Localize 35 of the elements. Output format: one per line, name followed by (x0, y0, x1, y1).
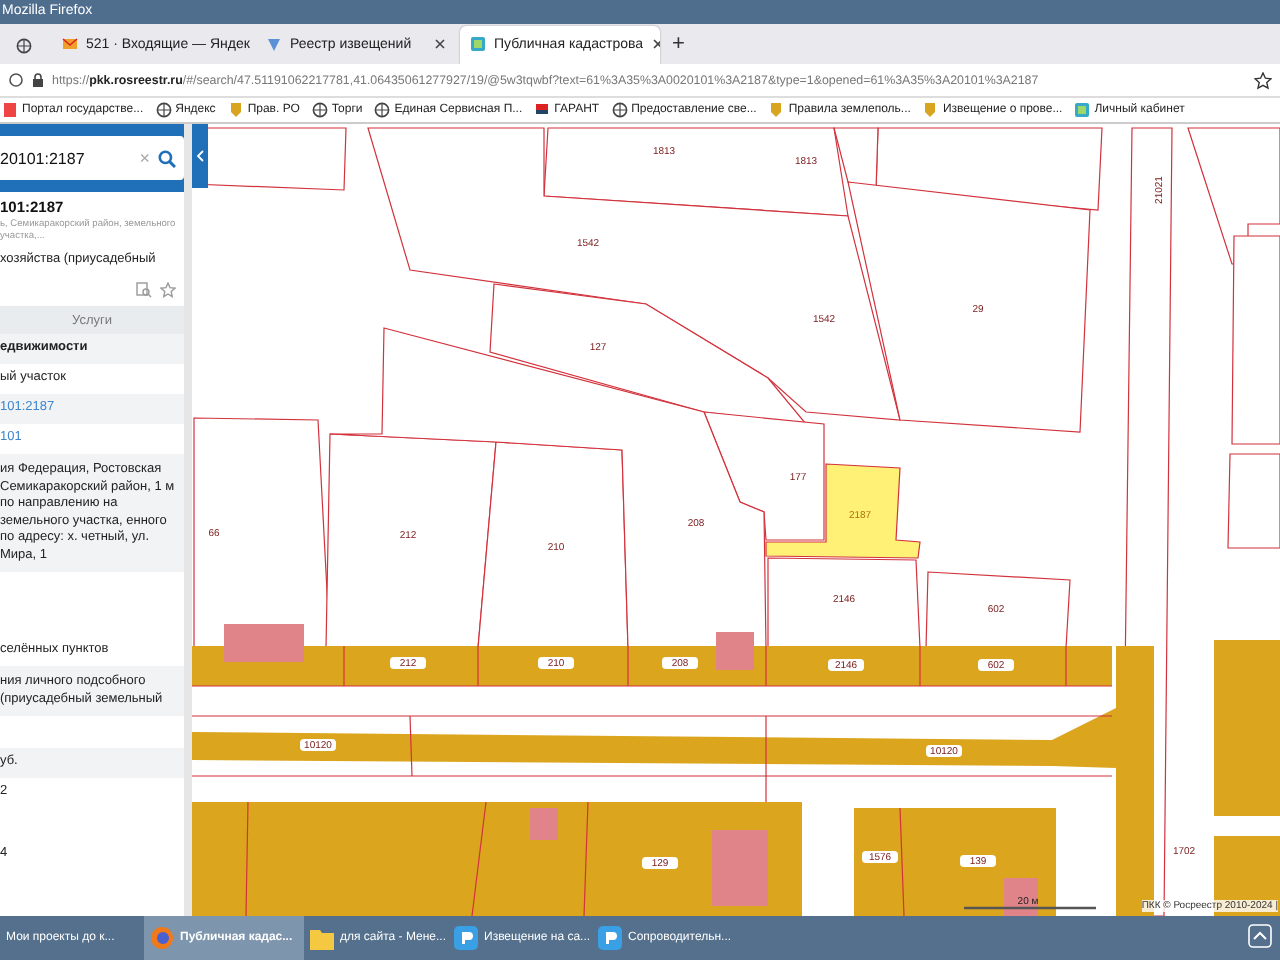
envelope-icon (62, 36, 78, 53)
parcel-boundary (899, 807, 905, 916)
building (712, 830, 768, 906)
star-icon[interactable] (1254, 71, 1272, 90)
browser-icon (150, 926, 174, 950)
new-tab-button[interactable]: + (672, 31, 685, 56)
map-icon (1074, 102, 1091, 119)
globe-icon (155, 102, 172, 119)
tray-expand-button[interactable] (1248, 923, 1272, 953)
lock-icon (30, 72, 46, 89)
building (224, 624, 304, 662)
flag-icon (534, 102, 551, 119)
search-document-icon[interactable] (136, 282, 152, 298)
building (716, 632, 754, 670)
globe-icon[interactable] (16, 37, 32, 54)
building (530, 808, 558, 840)
document-app-icon (598, 926, 622, 950)
parcel-boundary (471, 801, 487, 916)
folder-icon (310, 927, 334, 949)
building (1004, 878, 1038, 916)
star-icon[interactable] (160, 282, 176, 298)
search-icon[interactable] (158, 149, 176, 167)
document-icon (2, 102, 18, 119)
chevron-up-icon (1248, 923, 1272, 947)
globe-icon (374, 102, 391, 119)
parcel-boundary (583, 801, 589, 916)
chevron-left-icon (196, 150, 204, 162)
map-icon (470, 36, 486, 53)
close-icon[interactable] (434, 38, 446, 51)
collapse-button[interactable] (192, 124, 208, 188)
document-app-icon (454, 926, 478, 950)
close-icon[interactable] (651, 38, 660, 51)
globe-icon (611, 102, 628, 119)
globe-icon (311, 102, 328, 119)
search-field[interactable]: 20101:2187 × (0, 136, 184, 180)
